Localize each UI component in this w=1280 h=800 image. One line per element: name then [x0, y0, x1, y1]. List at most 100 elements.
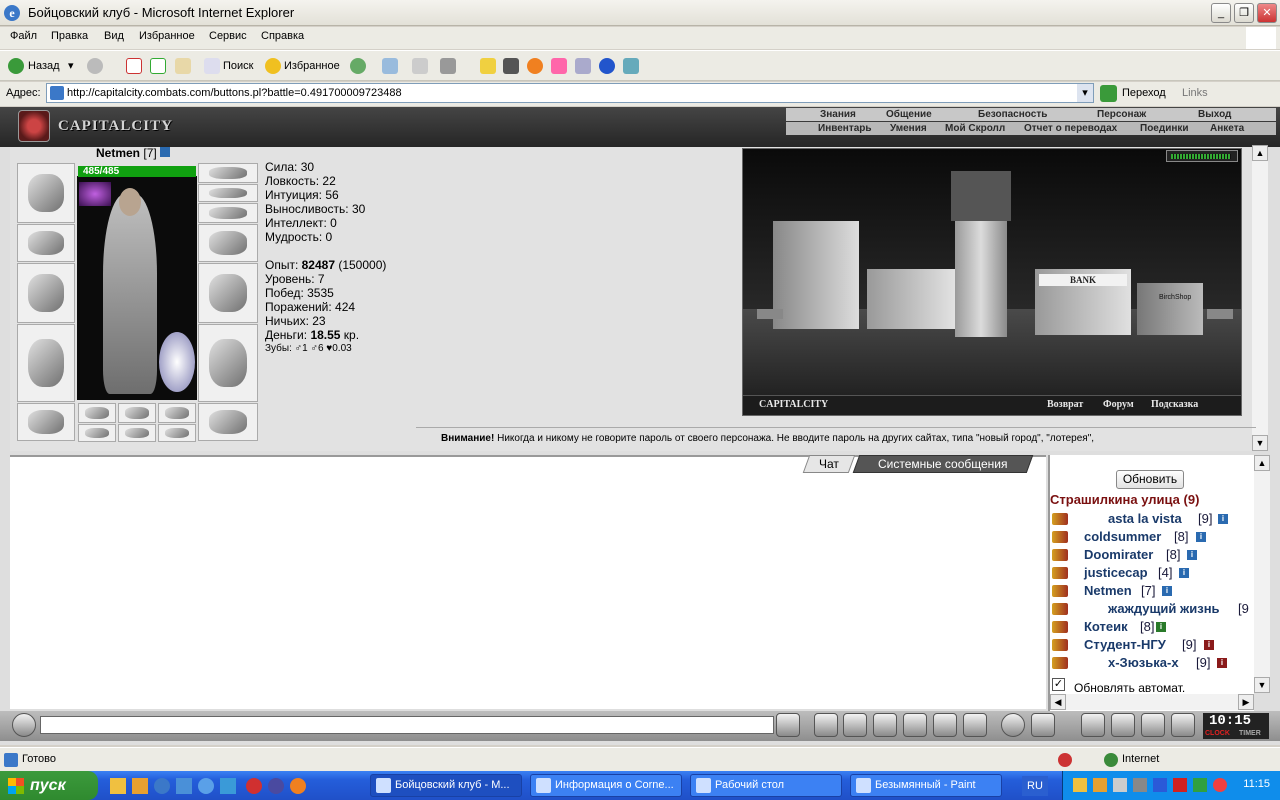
- quicklaunch-icon[interactable]: [176, 778, 192, 794]
- info-icon[interactable]: i: [1187, 550, 1197, 560]
- stop-icon[interactable]: [126, 58, 142, 74]
- tray-icon[interactable]: [1113, 778, 1127, 792]
- info-icon[interactable]: i: [1217, 658, 1227, 668]
- tray-icon[interactable]: [1173, 778, 1187, 792]
- nav-knowledge[interactable]: Знания: [820, 108, 856, 121]
- links-label[interactable]: Links: [1182, 87, 1208, 99]
- pants-slot[interactable]: [198, 324, 258, 402]
- task-paint[interactable]: Безымянный - Paint: [850, 774, 1002, 797]
- gloves-slot[interactable]: [198, 224, 258, 262]
- nav-my-scroll[interactable]: Мой Скролл: [945, 122, 1005, 135]
- research-icon[interactable]: [575, 58, 591, 74]
- task-desktop[interactable]: Рабочий стол: [690, 774, 842, 797]
- shield-slot[interactable]: [198, 263, 258, 323]
- bracers-slot[interactable]: [17, 224, 75, 262]
- info-icon[interactable]: i: [1204, 640, 1214, 650]
- address-dropdown-icon[interactable]: ▾: [1077, 84, 1093, 102]
- chat-input[interactable]: [40, 716, 774, 734]
- folder-icon[interactable]: [480, 58, 496, 74]
- tray-icon[interactable]: [1133, 778, 1147, 792]
- bluetooth-icon[interactable]: [599, 58, 615, 74]
- minimize-button[interactable]: _: [1211, 3, 1231, 23]
- back-dropdown-icon[interactable]: ▾: [68, 57, 74, 75]
- rune-slot-2[interactable]: [118, 424, 156, 442]
- quicklaunch-icon[interactable]: [198, 778, 214, 794]
- weapon-slot[interactable]: [17, 263, 75, 323]
- tab-chat[interactable]: Чат: [802, 455, 856, 473]
- popup-blocked-icon[interactable]: [1058, 753, 1072, 767]
- quicklaunch-icon[interactable]: [132, 778, 148, 794]
- rune-slot-1[interactable]: [78, 424, 116, 442]
- smiley-icon[interactable]: [1001, 713, 1025, 737]
- menu-edit[interactable]: Правка: [51, 30, 88, 42]
- language-indicator[interactable]: RU: [1022, 776, 1048, 796]
- save-icon[interactable]: [873, 713, 897, 737]
- translit-icon[interactable]: [933, 713, 957, 737]
- close-button[interactable]: ✕: [1257, 3, 1277, 23]
- quicklaunch-opera-icon[interactable]: [246, 778, 262, 794]
- tray-icon[interactable]: [1093, 778, 1107, 792]
- nav-communication[interactable]: Общение: [886, 108, 932, 121]
- search-button[interactable]: Поиск: [223, 57, 253, 75]
- earrings-slot[interactable]: [198, 163, 258, 183]
- helmet-slot[interactable]: [17, 163, 75, 223]
- rings-slot[interactable]: [198, 203, 258, 223]
- nav-fights[interactable]: Поединки: [1140, 122, 1189, 135]
- scene-return-link[interactable]: Возврат: [1047, 399, 1083, 410]
- auto-refresh-checkbox[interactable]: ✓: [1052, 678, 1065, 691]
- go-button[interactable]: Переход: [1122, 87, 1166, 99]
- forward-arrow-icon[interactable]: [87, 58, 103, 74]
- messenger-icon[interactable]: [551, 58, 567, 74]
- options-icon[interactable]: [1031, 713, 1055, 737]
- tray-icon[interactable]: [1073, 778, 1087, 792]
- city-scene[interactable]: BANK BirchShop CAPITALCITY Возврат Форум…: [742, 148, 1242, 416]
- nav-inventory[interactable]: Инвентарь: [818, 122, 872, 135]
- quicklaunch-folder-icon[interactable]: [110, 778, 126, 794]
- edit-icon[interactable]: [440, 58, 456, 74]
- users-scrollbar[interactable]: ▲ ▼: [1254, 455, 1270, 693]
- tower-building[interactable]: [951, 171, 1011, 337]
- quicklaunch-ie-icon[interactable]: [154, 778, 170, 794]
- scroll-down-icon[interactable]: ▼: [1254, 677, 1270, 693]
- refresh-button[interactable]: Обновить: [1116, 470, 1184, 489]
- info-icon[interactable]: i: [1179, 568, 1189, 578]
- top-frame-scrollbar[interactable]: ▲ ▼: [1252, 145, 1268, 451]
- go-arrow-icon[interactable]: [1100, 85, 1117, 102]
- scroll-left-icon[interactable]: ◀: [1050, 694, 1066, 710]
- amulet-slot[interactable]: [198, 184, 258, 202]
- scroll-right-icon[interactable]: ▶: [1238, 694, 1254, 710]
- shop-building[interactable]: [1137, 283, 1203, 335]
- boots-slot[interactable]: [198, 403, 258, 441]
- nav-character[interactable]: Персонаж: [1097, 108, 1146, 121]
- belt-slot[interactable]: [17, 403, 75, 441]
- chat-head-icon[interactable]: [12, 713, 36, 737]
- nav-security[interactable]: Безопасность: [978, 108, 1047, 121]
- address-input[interactable]: http://capitalcity.combats.com/buttons.p…: [46, 83, 1094, 103]
- pocket-slot-3[interactable]: [158, 403, 196, 423]
- send-button[interactable]: [776, 713, 800, 737]
- at-icon[interactable]: [527, 58, 543, 74]
- filter-icon[interactable]: [843, 713, 867, 737]
- pocket-slot-2[interactable]: [118, 403, 156, 423]
- favorites-button[interactable]: Избранное: [284, 57, 340, 75]
- tool-icon[interactable]: [503, 58, 519, 74]
- tray-icon[interactable]: [1153, 778, 1167, 792]
- menu-view[interactable]: Вид: [104, 30, 124, 42]
- users-hscrollbar[interactable]: ◀ ▶: [1050, 694, 1254, 710]
- armor-slot[interactable]: [17, 324, 75, 402]
- scroll-down-icon[interactable]: ▼: [1252, 435, 1268, 451]
- mail-icon[interactable]: [382, 58, 398, 74]
- lock-icon[interactable]: [1141, 713, 1165, 737]
- quicklaunch-media-icon[interactable]: [268, 778, 284, 794]
- tray-icon[interactable]: [1213, 778, 1227, 792]
- scene-hint-link[interactable]: Подсказка: [1151, 399, 1198, 410]
- task-info[interactable]: Информация о Corne...: [530, 774, 682, 797]
- nav-exit[interactable]: Выход: [1198, 108, 1231, 121]
- menu-favorites[interactable]: Избранное: [139, 30, 195, 42]
- home-icon[interactable]: [175, 58, 191, 74]
- info-icon[interactable]: [160, 147, 171, 157]
- exit-icon[interactable]: [1171, 713, 1195, 737]
- task-combats-ie[interactable]: Бойцовский клуб - М...: [370, 774, 522, 797]
- rune-slot-3[interactable]: [158, 424, 196, 442]
- menu-help[interactable]: Справка: [261, 30, 304, 42]
